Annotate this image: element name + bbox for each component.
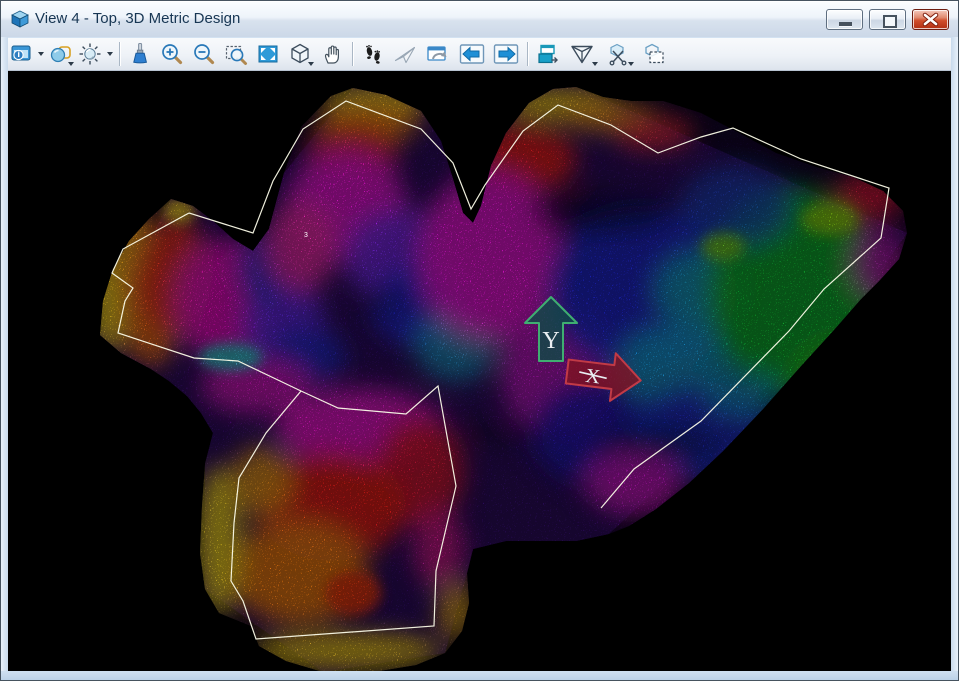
toolbar-button-apply-clip-volume[interactable] — [637, 39, 671, 69]
walk-footprints-icon — [361, 42, 385, 66]
toolbar-button-zoom-in[interactable] — [157, 39, 187, 69]
toolbar-button-display-style[interactable] — [47, 39, 75, 69]
toolbar-button-update-view[interactable] — [125, 39, 155, 69]
navigate-view-icon — [425, 42, 451, 66]
toolbar-button-clip-volume[interactable] — [565, 39, 599, 69]
brightness-icon — [78, 42, 102, 66]
toolbar-button-view-previous[interactable] — [456, 39, 488, 69]
toolbar-button-view-attributes[interactable] — [8, 39, 34, 69]
toolbar-button-fit-view[interactable] — [253, 39, 283, 69]
view-attributes-icon — [9, 42, 33, 66]
toolbar-separator — [527, 42, 528, 66]
y-axis-label: Y — [542, 328, 559, 354]
maximize-icon — [883, 15, 897, 28]
close-icon — [913, 10, 948, 29]
toolbar-button-navigate-view[interactable] — [422, 39, 454, 69]
chevron-down-icon — [592, 62, 598, 66]
window-title: View 4 - Top, 3D Metric Design — [35, 1, 240, 37]
view-canvas[interactable]: 3 Y X — [8, 71, 951, 671]
arrow-left-icon — [459, 43, 485, 65]
toolbar-separator — [352, 42, 353, 66]
toolbar-button-rotate-view[interactable] — [285, 39, 315, 69]
window-controls — [820, 9, 949, 30]
toolbar-button-pan-view[interactable] — [317, 39, 347, 69]
zoom-in-icon — [160, 42, 184, 66]
brightness-dropdown[interactable] — [104, 40, 115, 68]
terrain-render: 3 Y X — [8, 71, 951, 671]
toolbar-button-adjust-brightness[interactable] — [77, 39, 103, 69]
chevron-down-icon — [308, 62, 314, 66]
toolbar-separator — [119, 42, 120, 66]
paintbrush-icon — [128, 42, 152, 66]
toolbar-button-clip-mask[interactable] — [601, 39, 635, 69]
arrow-right-icon — [493, 43, 519, 65]
titlebar[interactable]: View 4 - Top, 3D Metric Design — [1, 1, 958, 37]
apply-clip-icon — [641, 42, 667, 66]
toolbar-button-view-next[interactable] — [490, 39, 522, 69]
toolbar-button-window-area[interactable] — [221, 39, 251, 69]
chevron-down-icon — [68, 62, 74, 66]
window-area-icon — [224, 42, 248, 66]
view-window: View 4 - Top, 3D Metric Design — [0, 0, 959, 681]
view-attributes-dropdown[interactable] — [35, 40, 46, 68]
chevron-down-icon — [107, 52, 113, 56]
fit-view-icon — [256, 42, 280, 66]
close-button[interactable] — [912, 9, 949, 30]
minimize-icon — [839, 22, 852, 26]
minimize-button[interactable] — [826, 9, 863, 30]
zoom-out-icon — [192, 42, 216, 66]
window-frame-left — [1, 37, 8, 680]
window-frame-bottom — [1, 671, 958, 680]
fly-paper-plane-icon — [393, 42, 417, 66]
window-frame-right — [951, 37, 958, 680]
toolbar-button-copy-view[interactable] — [533, 39, 563, 69]
toolbar-button-walk[interactable] — [358, 39, 388, 69]
toolbar-button-fly[interactable] — [390, 39, 420, 69]
chevron-down-icon — [628, 62, 634, 66]
maximize-button[interactable] — [869, 9, 906, 30]
toolbar-button-zoom-out[interactable] — [189, 39, 219, 69]
vertex-label: 3 — [304, 232, 308, 239]
view-toolbar — [2, 38, 957, 71]
copy-view-icon — [536, 42, 560, 66]
chevron-down-icon — [38, 52, 44, 56]
view-cube-icon — [10, 9, 30, 29]
pan-hand-icon — [320, 42, 344, 66]
